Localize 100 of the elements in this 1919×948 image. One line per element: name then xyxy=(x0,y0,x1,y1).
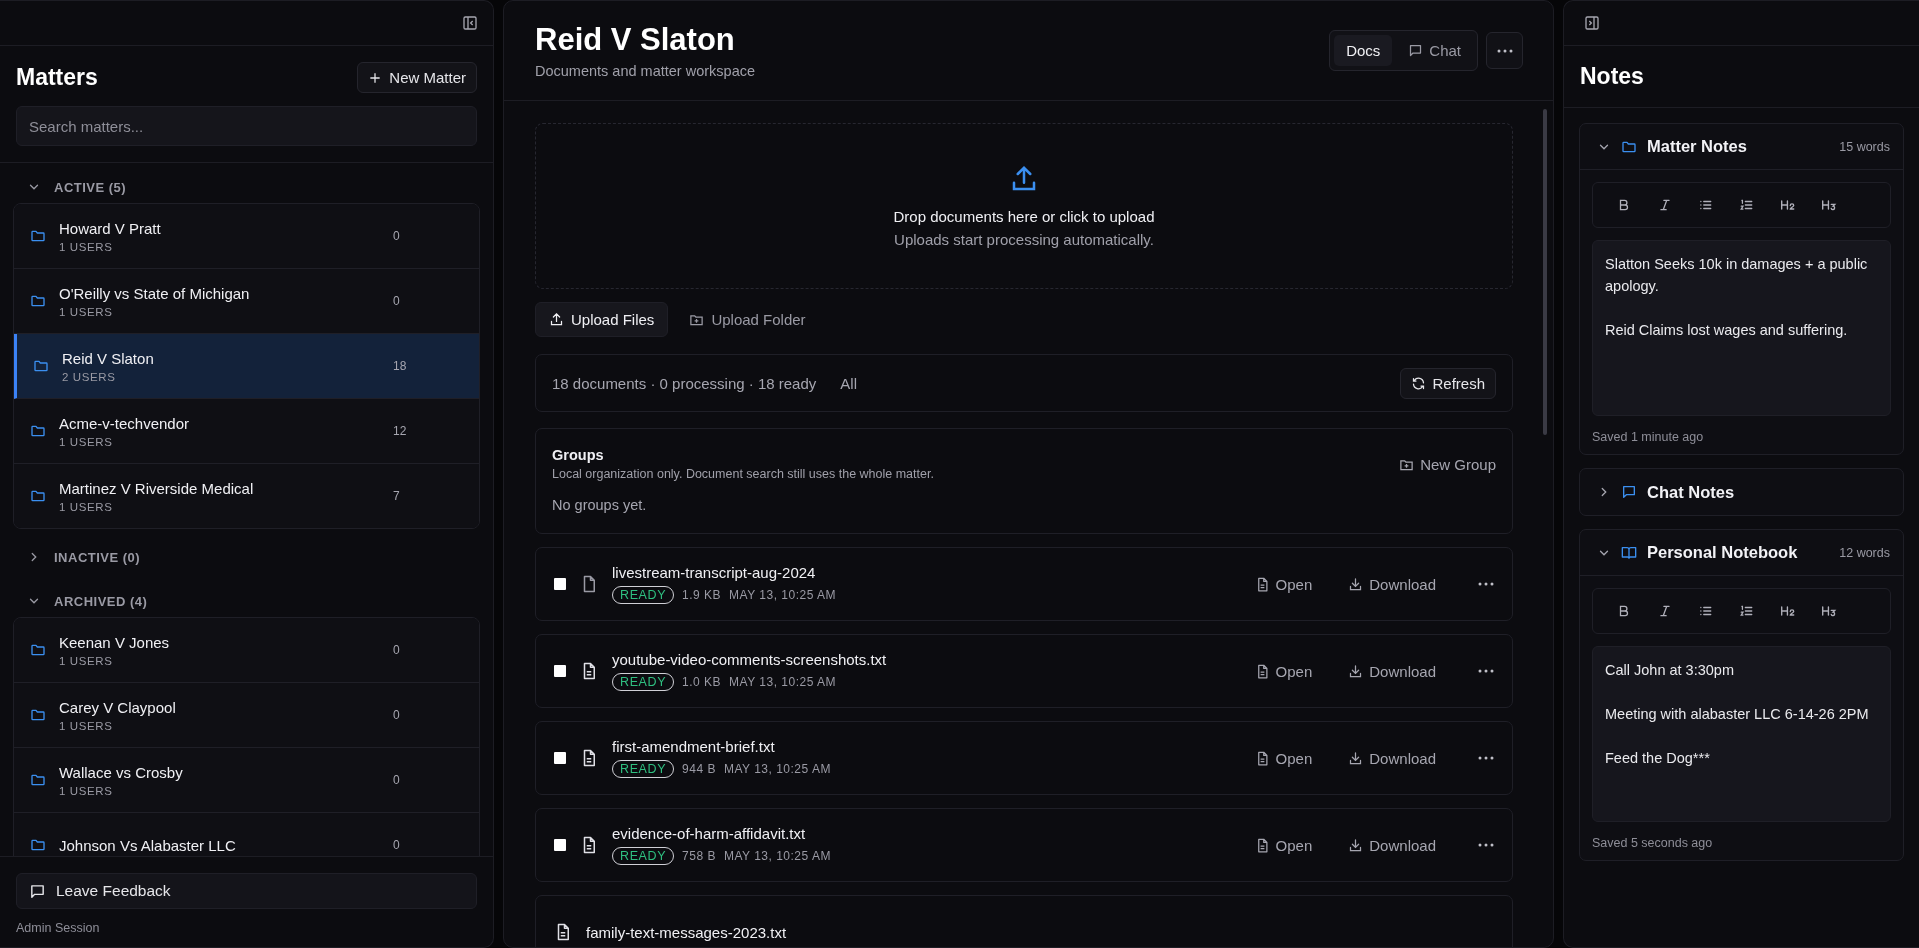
matter-item[interactable]: O'Reilly vs State of Michigan 1 USERS 0 xyxy=(14,269,479,334)
document-row[interactable]: first-amendment-brief.txt READY 944 B MAY 13, 10:25 AM Open Download xyxy=(535,721,1513,795)
italic-icon[interactable] xyxy=(1657,604,1672,618)
folder-icon xyxy=(30,772,46,788)
open-button[interactable]: Open xyxy=(1254,749,1313,767)
matter-title: Reid V Slaton xyxy=(535,22,736,58)
open-button[interactable]: Open xyxy=(1254,662,1313,680)
download-button[interactable]: Download xyxy=(1348,575,1436,593)
folder-icon xyxy=(30,293,46,309)
empty-groups-message: No groups yet. xyxy=(552,497,648,513)
document-count: 18 xyxy=(393,359,408,373)
heading-2-icon[interactable] xyxy=(1779,199,1796,211)
collapse-sidebar-icon[interactable] xyxy=(462,15,478,31)
note-paragraph: Reid Claims lost wages and suffering. xyxy=(1605,321,1849,340)
more-button[interactable] xyxy=(1478,582,1494,586)
checkbox[interactable] xyxy=(554,578,566,590)
save-status: Saved 1 minute ago xyxy=(1592,430,1705,444)
note-section-header[interactable]: Personal Notebook 12 words xyxy=(1580,530,1903,576)
expand-panel-icon[interactable] xyxy=(1584,15,1600,31)
upload-hint: Uploads start processing automatically. xyxy=(894,231,1154,248)
upload-button[interactable]: Upload Folder xyxy=(676,303,819,336)
open-button[interactable]: Open xyxy=(1254,575,1313,593)
note-section-header[interactable]: Matter Notes 15 words xyxy=(1580,124,1903,170)
folder-icon xyxy=(30,228,46,244)
note-paragraph: Feed the Dog*** xyxy=(1605,749,1711,768)
speech-bubble-icon xyxy=(29,882,46,900)
heading-2-icon[interactable] xyxy=(1779,605,1796,617)
document-row[interactable]: evidence-of-harm-affidavit.txt READY 758 B MAY 13, 10:25 AM Open Download xyxy=(535,808,1513,882)
section-header[interactable]: ACTIVE (5) xyxy=(13,173,141,201)
search-field[interactable]: Search matters... xyxy=(16,106,477,146)
more-icon xyxy=(1478,669,1494,673)
section-header[interactable]: INACTIVE (0) xyxy=(13,543,155,571)
bulleted-list-icon[interactable] xyxy=(1698,198,1713,212)
book-icon xyxy=(1621,544,1637,561)
session-label: Admin Session xyxy=(16,921,101,935)
matter-item[interactable]: Howard V Pratt 1 USERS 0 xyxy=(14,204,479,269)
document-row[interactable]: livestream-transcript-aug-2024 READY 1.9 KB MAY 13, 10:25 AM Open Download xyxy=(535,547,1513,621)
document-row[interactable]: family-text-messages-2023.txt xyxy=(535,895,1513,947)
document-count: 0 xyxy=(393,643,401,657)
leave-feedback-button[interactable]: Leave Feedback xyxy=(16,873,477,909)
matter-item[interactable]: Johnson Vs Alabaster LLC 0 xyxy=(14,813,479,856)
heading-3-icon[interactable] xyxy=(1820,605,1837,617)
numbered-list-icon[interactable] xyxy=(1739,604,1754,618)
matter-name: Keenan V Jones xyxy=(59,633,171,651)
document-name: first-amendment-brief.txt xyxy=(612,738,776,755)
matter-item[interactable]: Acme-v-techvendor 1 USERS 12 xyxy=(14,399,479,464)
view-tab[interactable]: Docs xyxy=(1334,35,1393,66)
note-paragraph: Slatton Seeks 10k in damages + a public apology. xyxy=(1605,255,1869,296)
download-button[interactable]: Download xyxy=(1348,749,1436,767)
checkbox[interactable] xyxy=(554,665,566,677)
heading-3-icon[interactable] xyxy=(1820,199,1837,211)
upload-button[interactable]: Upload Files xyxy=(535,302,669,337)
upload-date: MAY 13, 10:25 AM xyxy=(723,849,831,863)
open-button[interactable]: Open xyxy=(1254,836,1313,854)
more-icon xyxy=(1478,582,1494,586)
refresh-icon xyxy=(1411,375,1427,391)
numbered-list-icon[interactable] xyxy=(1739,198,1754,212)
note-editor[interactable]: Call John at 3:30pm Meeting with alabaster LLC 6-14-26 2PM Feed the Dog*** xyxy=(1592,646,1891,822)
download-button[interactable]: Download xyxy=(1348,836,1436,854)
document-row[interactable]: youtube-video-comments-screenshots.txt READY 1.0 KB MAY 13, 10:25 AM Open Download xyxy=(535,634,1513,708)
note-editor[interactable]: Slatton Seeks 10k in damages + a public apology. Reid Claims lost wages and suffering. xyxy=(1592,240,1891,416)
bulleted-list-icon[interactable] xyxy=(1698,604,1713,618)
document-name: family-text-messages-2023.txt xyxy=(586,923,788,941)
filter-link[interactable]: All xyxy=(840,374,857,392)
more-icon xyxy=(1496,48,1513,53)
matter-item[interactable]: Martinez V Riverside Medical 1 USERS 7 xyxy=(14,464,479,528)
more-button[interactable] xyxy=(1478,843,1494,847)
scrollbar[interactable] xyxy=(1543,109,1547,435)
note-section-header[interactable]: Chat Notes xyxy=(1580,469,1903,515)
upload-drop-zone[interactable]: Drop documents here or click to upload Uploads start processing automatically. xyxy=(535,123,1513,289)
matter-name: O'Reilly vs State of Michigan xyxy=(59,284,251,302)
refresh-button[interactable]: Refresh xyxy=(1400,367,1496,399)
upload-icon xyxy=(549,312,564,327)
folder-icon xyxy=(30,837,46,853)
new-group-button[interactable]: New Group xyxy=(1399,455,1496,473)
folder-icon xyxy=(30,707,46,723)
more-button[interactable] xyxy=(1478,669,1494,673)
file-size: 944 B xyxy=(682,762,716,776)
note-paragraph: Call John at 3:30pm xyxy=(1605,661,1735,680)
user-count: 2 USERS xyxy=(62,370,117,383)
matter-item[interactable]: Keenan V Jones 1 USERS 0 xyxy=(14,618,479,683)
upload-date: MAY 13, 10:25 AM xyxy=(723,762,831,776)
more-button[interactable] xyxy=(1478,756,1494,760)
matter-item[interactable]: Wallace vs Crosby 1 USERS 0 xyxy=(14,748,479,813)
italic-icon[interactable] xyxy=(1657,198,1672,212)
new-matter-button[interactable]: New Matter xyxy=(357,62,477,93)
view-tab[interactable]: Chat xyxy=(1396,35,1473,66)
matter-item[interactable]: Reid V Slaton 2 USERS 18 xyxy=(14,334,479,399)
matter-item[interactable]: Carey V Claypool 1 USERS 0 xyxy=(14,683,479,748)
section-header[interactable]: ARCHIVED (4) xyxy=(13,587,162,615)
document-count: 12 xyxy=(393,424,408,438)
document-stats: 18 documents · 0 processing · 18 ready xyxy=(552,374,817,392)
download-icon xyxy=(1348,576,1364,592)
checkbox[interactable] xyxy=(554,839,566,851)
download-button[interactable]: Download xyxy=(1348,662,1436,680)
document-name: youtube-video-comments-screenshots.txt xyxy=(612,651,888,668)
upload-title: Drop documents here or click to upload xyxy=(893,208,1155,225)
panel-title: Matters xyxy=(16,64,98,91)
user-count: 1 USERS xyxy=(59,500,114,513)
checkbox[interactable] xyxy=(554,752,566,764)
